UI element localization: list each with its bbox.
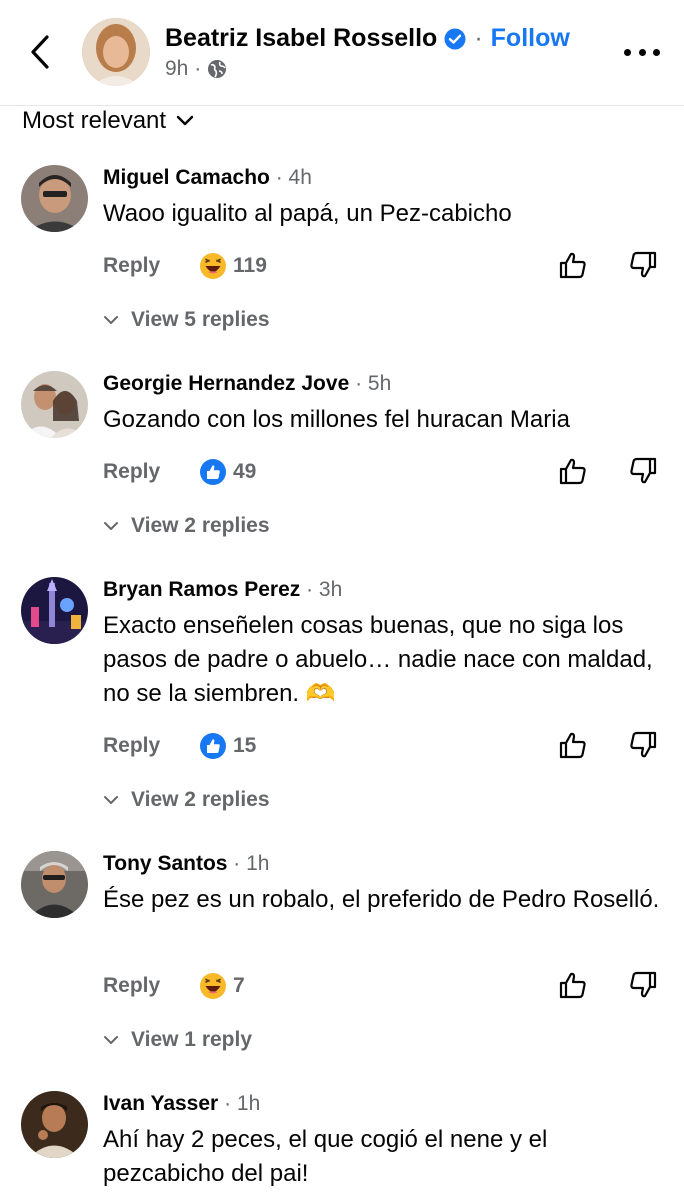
thumbs-up-icon[interactable] bbox=[558, 456, 588, 486]
comment-text: Exacto enseñelen cosas buenas, que no si… bbox=[103, 612, 653, 707]
reaction-count: 15 bbox=[233, 734, 257, 757]
commenter-avatar[interactable] bbox=[21, 851, 88, 918]
view-replies-link[interactable]: View 2 replies bbox=[103, 514, 270, 538]
chevron-down-icon bbox=[104, 316, 118, 324]
author-avatar[interactable] bbox=[82, 18, 150, 86]
reaction-count: 7 bbox=[233, 974, 245, 997]
reaction-summary[interactable]: 49 bbox=[199, 457, 256, 487]
comment-header: Tony Santos · 1h bbox=[103, 852, 269, 876]
chevron-down-icon bbox=[104, 522, 118, 530]
comment-time: · 5h bbox=[355, 372, 392, 395]
commenter-name[interactable]: Georgie Hernandez Jove bbox=[103, 372, 349, 395]
reply-button[interactable]: Reply bbox=[103, 729, 160, 763]
more-icon-dot bbox=[624, 48, 631, 56]
comment-time: · 3h bbox=[306, 578, 343, 601]
like-reaction-icon bbox=[200, 733, 226, 759]
sort-label: Most relevant bbox=[22, 107, 167, 134]
view-replies-link[interactable]: View 2 replies bbox=[103, 788, 270, 812]
comment-header: Ivan Yasser · 1h bbox=[103, 1092, 260, 1116]
thumbs-down-icon[interactable] bbox=[628, 970, 658, 1000]
post-header: Beatriz Isabel Rossello · Follow 9h · bbox=[0, 0, 684, 106]
reaction-count: 49 bbox=[233, 460, 257, 483]
comment-text: Waoo igualito al papá, un Pez-cabicho bbox=[103, 200, 512, 227]
chevron-down-icon bbox=[176, 115, 194, 126]
comment-text: Ahí hay 2 peces, el que cogió el nene y … bbox=[103, 1126, 548, 1187]
view-replies-link[interactable]: View 5 replies bbox=[103, 308, 270, 332]
view-replies-label: View 2 replies bbox=[131, 514, 270, 537]
view-replies-label: View 1 reply bbox=[131, 1028, 253, 1051]
thumbs-up-icon[interactable] bbox=[558, 970, 588, 1000]
more-icon-dot bbox=[653, 48, 660, 56]
comment-time: · 1h bbox=[224, 1092, 261, 1115]
back-button[interactable] bbox=[24, 30, 56, 74]
commenter-name[interactable]: Bryan Ramos Perez bbox=[103, 578, 300, 601]
author-line: Beatriz Isabel Rossello · Follow bbox=[165, 24, 570, 53]
more-icon-dot bbox=[638, 48, 646, 56]
commenter-name[interactable]: Tony Santos bbox=[103, 852, 227, 875]
commenter-avatar[interactable] bbox=[21, 371, 88, 438]
commenter-name[interactable]: Miguel Camacho bbox=[103, 166, 270, 189]
verified-icon bbox=[444, 28, 466, 49]
like-reaction-icon bbox=[200, 459, 226, 485]
comment-header: Bryan Ramos Perez · 3h bbox=[103, 578, 342, 602]
view-replies-label: View 5 replies bbox=[131, 308, 270, 331]
commenter-avatar[interactable] bbox=[21, 1091, 88, 1158]
comment-time: · 4h bbox=[275, 166, 312, 189]
thumbs-up-icon[interactable] bbox=[558, 250, 588, 280]
separator: · bbox=[474, 24, 483, 52]
thumbs-down-icon[interactable] bbox=[628, 456, 658, 486]
comment-actions: Reply 119 bbox=[103, 249, 673, 283]
haha-reaction-icon bbox=[200, 973, 226, 999]
follow-button[interactable]: Follow bbox=[491, 24, 570, 53]
reply-button[interactable]: Reply bbox=[103, 969, 160, 1003]
reaction-count: 119 bbox=[233, 254, 267, 277]
reaction-summary[interactable]: 15 bbox=[199, 731, 256, 761]
thumbs-down-icon[interactable] bbox=[628, 250, 658, 280]
thumbs-down-icon[interactable] bbox=[628, 730, 658, 760]
more-options-button[interactable] bbox=[624, 40, 660, 64]
sort-dropdown[interactable]: Most relevant bbox=[22, 107, 194, 135]
back-icon bbox=[31, 35, 49, 69]
view-replies-link[interactable]: View 1 reply bbox=[103, 1028, 252, 1052]
comment-actions: Reply 15 bbox=[103, 729, 673, 763]
reply-button[interactable]: Reply bbox=[103, 455, 160, 489]
post-time: 9h · bbox=[165, 57, 202, 80]
commenter-name[interactable]: Ivan Yasser bbox=[103, 1092, 218, 1115]
comment-actions: Reply 7 bbox=[103, 969, 673, 1003]
comment-actions: Reply 49 bbox=[103, 455, 673, 489]
commenter-avatar[interactable] bbox=[21, 577, 88, 644]
comment-header: Miguel Camacho · 4h bbox=[103, 166, 312, 190]
chevron-down-icon bbox=[104, 1036, 118, 1044]
commenter-avatar[interactable] bbox=[21, 165, 88, 232]
comment-text: Ése pez es un robalo, el preferido de Pe… bbox=[103, 886, 660, 913]
reaction-summary[interactable]: 7 bbox=[199, 971, 245, 1001]
comment-text: Gozando con los millones fel huracan Mar… bbox=[103, 406, 570, 433]
chevron-down-icon bbox=[104, 796, 118, 804]
reaction-summary[interactable]: 119 bbox=[199, 251, 267, 281]
thumbs-up-icon[interactable] bbox=[558, 730, 588, 760]
author-name[interactable]: Beatriz Isabel Rossello bbox=[165, 24, 437, 53]
post-meta: 9h · bbox=[165, 57, 227, 81]
haha-reaction-icon bbox=[200, 253, 226, 279]
comment-time: · 1h bbox=[233, 852, 270, 875]
comment-header: Georgie Hernandez Jove · 5h bbox=[103, 372, 391, 396]
view-replies-label: View 2 replies bbox=[131, 788, 270, 811]
globe-icon bbox=[208, 60, 227, 78]
reply-button[interactable]: Reply bbox=[103, 249, 160, 283]
